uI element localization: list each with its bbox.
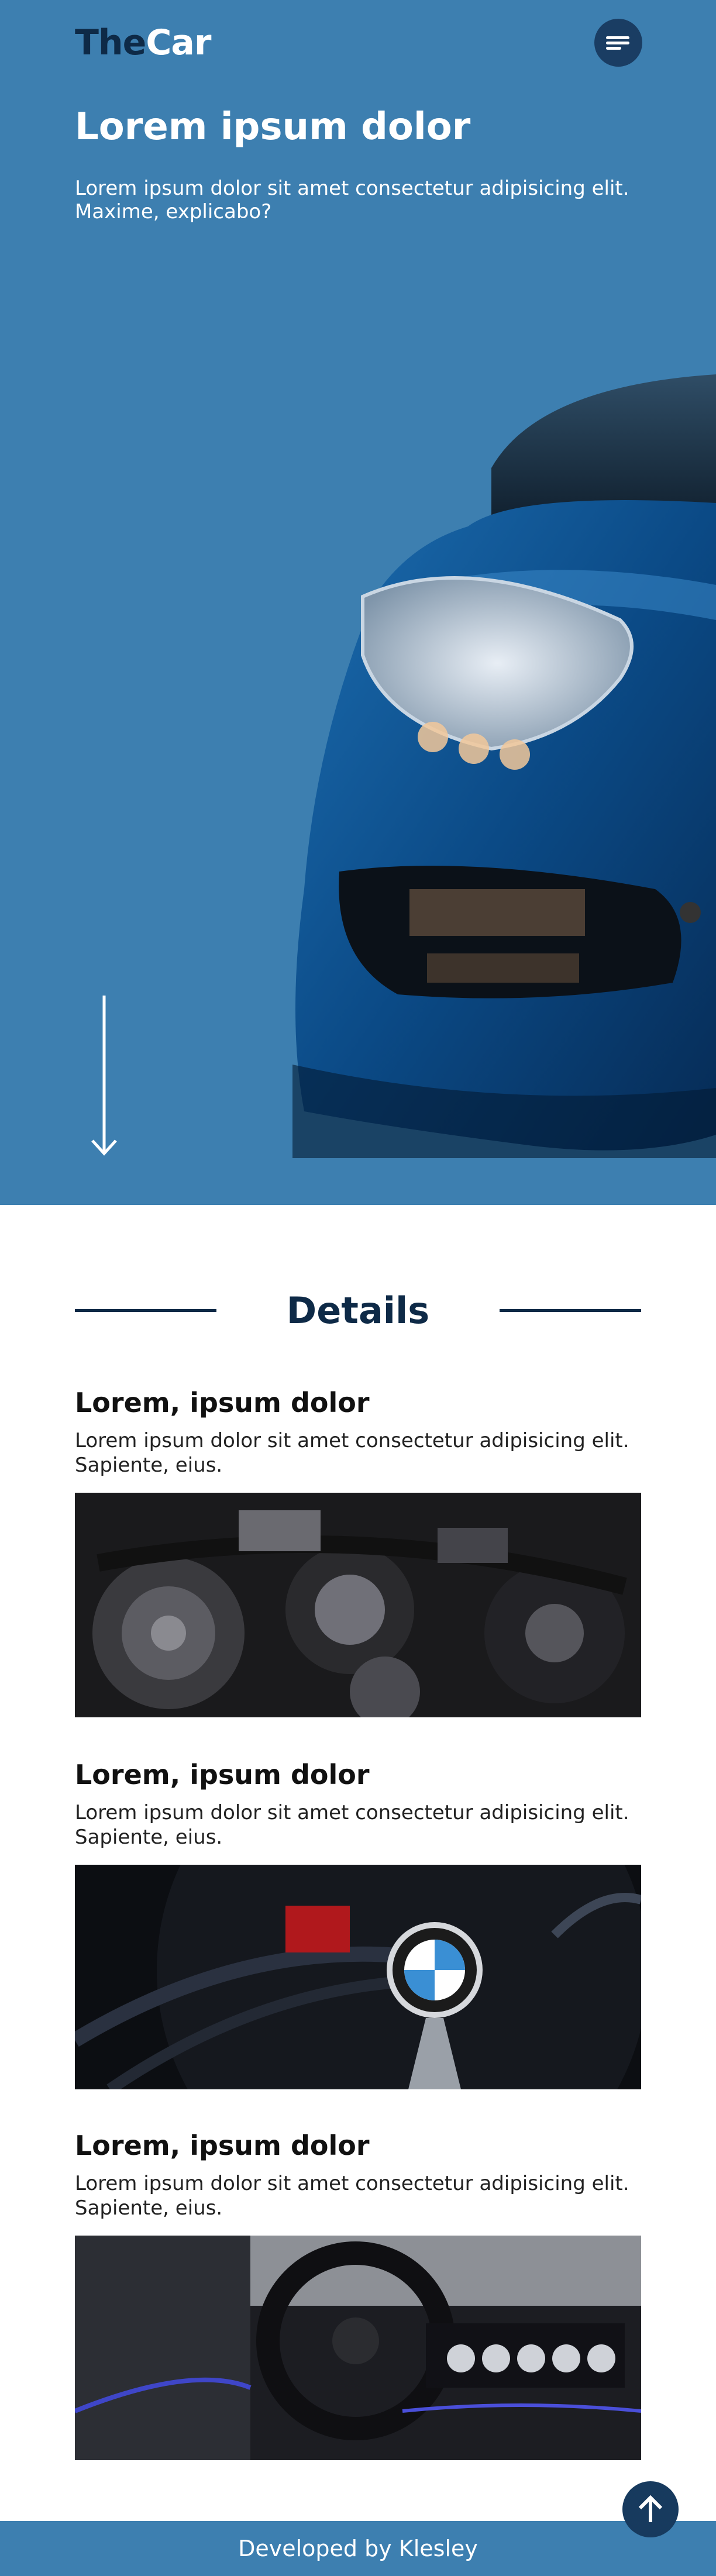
card-title: Lorem, ipsum dolor [75,1387,370,1418]
hamburger-menu-icon [606,36,629,50]
arrow-up-icon [638,2495,663,2522]
back-to-top-button[interactable] [622,2481,679,2537]
detail-card: Lorem, ipsum dolor Lorem ipsum dolor sit… [75,1758,641,2089]
menu-button[interactable] [594,19,642,67]
hero-title: Lorem ipsum dolor [75,105,471,149]
car-interior-photo [75,2236,641,2460]
site-logo[interactable]: TheCar [75,22,211,63]
logo-suffix: Car [146,22,211,63]
details-header: Details [75,1281,641,1339]
site-footer: Developed by Klesley [0,2521,716,2576]
footer-credit: Developed by Klesley [238,2536,478,2561]
arrow-down-icon[interactable] [88,994,121,1158]
divider-right [500,1309,641,1312]
car-engine-photo [75,1493,641,1717]
detail-card: Lorem, ipsum dolor Lorem ipsum dolor sit… [75,1386,641,1717]
logo-prefix: The [75,22,146,63]
hero-section: TheCar Lorem ipsum dolor Lorem ipsum dol… [0,0,716,1205]
bmw-wheel-photo [75,1865,641,2089]
card-text: Lorem ipsum dolor sit amet consectetur a… [75,1801,629,1849]
card-text: Lorem ipsum dolor sit amet consectetur a… [75,2172,629,2220]
hero-text: Lorem ipsum dolor sit amet consectetur a… [75,177,629,223]
card-text: Lorem ipsum dolor sit amet consectetur a… [75,1429,629,1477]
detail-card: Lorem, ipsum dolor Lorem ipsum dolor sit… [75,2129,641,2460]
card-title: Lorem, ipsum dolor [75,1759,370,1790]
card-title: Lorem, ipsum dolor [75,2130,370,2161]
car-image [292,374,716,1158]
